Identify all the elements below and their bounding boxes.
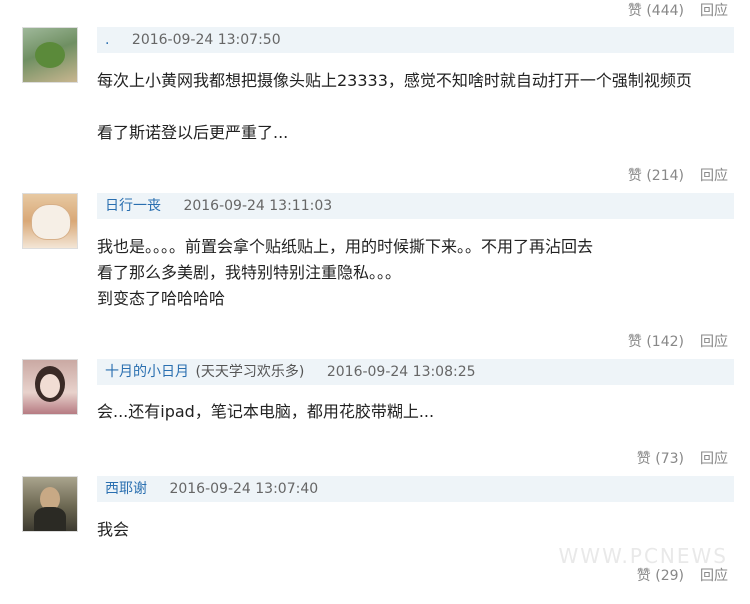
comment-text: 我也是。。。。前置会拿个贴纸贴上，用的时候撕下来。。不用了再沾回去 看了那么多美… [97,234,730,312]
watermark: WWW.PCNEWS [558,544,728,568]
timestamp: 2016-09-24 13:07:40 [169,481,319,497]
avatar[interactable] [22,359,78,415]
comment-line: 看了那么多美剧，我特别特别注重隐私。。。 [97,263,402,282]
comment-actions: 赞 (444) 回应 [628,0,728,20]
timestamp: 2016-09-24 13:11:03 [183,198,333,214]
comment-line: 我会 [97,520,130,539]
username-link[interactable]: . [105,32,109,48]
comment-line: 会...还有ipad，笔记本电脑，都用花胶带糊上... [97,402,435,421]
comment-meta: 日行一丧 2016-09-24 13:11:03 [97,193,734,219]
reply-button[interactable]: 回应 [700,0,728,20]
reply-button[interactable]: 回应 [700,565,728,585]
comment-text: 我会 [97,517,730,543]
like-button[interactable]: 赞 (142) [628,331,684,351]
reply-button[interactable]: 回应 [700,448,728,468]
timestamp: 2016-09-24 13:07:50 [131,32,281,48]
like-button[interactable]: 赞 (444) [628,0,684,20]
comment-meta: 十月的小日月 (天天学习欢乐多) 2016-09-24 13:08:25 [97,359,734,385]
like-button[interactable]: 赞 (214) [628,165,684,185]
avatar[interactable] [22,27,78,83]
comment-text: 每次上小黄网我都想把摄像头贴上23333，感觉不知啥时就自动打开一个强制视频页 … [97,68,730,146]
comment-meta: 西耶谢 2016-09-24 13:07:40 [97,476,734,502]
username-link[interactable]: 日行一丧 [105,198,161,214]
reply-button[interactable]: 回应 [700,331,728,351]
comment-actions: 赞 (73) 回应 [637,448,728,468]
comment-text: 会...还有ipad，笔记本电脑，都用花胶带糊上... [97,399,730,425]
like-button[interactable]: 赞 (29) [637,565,684,585]
avatar[interactable] [22,476,78,532]
comment-line: 我也是。。。。前置会拿个贴纸贴上，用的时候撕下来。。不用了再沾回去 [97,237,594,256]
comment-meta: . 2016-09-24 13:07:50 [97,27,734,53]
username-link[interactable]: 十月的小日月 [105,364,189,380]
username-link[interactable]: 西耶谢 [105,481,147,497]
like-button[interactable]: 赞 (73) [637,448,684,468]
comment-actions: 赞 (29) 回应 [637,565,728,585]
timestamp: 2016-09-24 13:08:25 [326,364,476,380]
comment-actions: 赞 (142) 回应 [628,331,728,351]
comment-line: 看了斯诺登以后更严重了... [97,123,289,142]
reply-button[interactable]: 回应 [700,165,728,185]
comment-actions: 赞 (214) 回应 [628,165,728,185]
comment-line: 每次上小黄网我都想把摄像头贴上23333，感觉不知啥时就自动打开一个强制视频页 [97,71,692,90]
comment-line: 到变态了哈哈哈哈 [97,289,226,308]
comment-line [97,94,730,120]
user-signature: (天天学习欢乐多) [195,364,305,380]
avatar[interactable] [22,193,78,249]
